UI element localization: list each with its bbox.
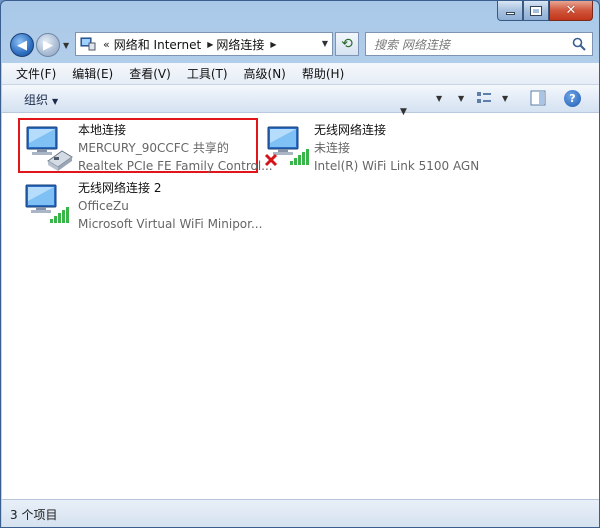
item-count: 3 个项目 <box>10 508 58 522</box>
minimize-button[interactable] <box>497 1 523 21</box>
connection-item-wireless[interactable]: 无线网络连接 未连接 Intel(R) WiFi Link 5100 AGN <box>264 121 479 175</box>
navigation-bar: ◀ ▶ ▼ « 网络和 Internet ▶ 网络连接 ▶ ▼ ⟲ 搜索 网络连… <box>1 29 599 61</box>
connection-text: 无线网络连接 2 OfficeZu Microsoft Virtual WiFi… <box>78 179 262 233</box>
title-bar[interactable]: ✕ <box>1 1 599 29</box>
preview-pane-icon[interactable] <box>530 90 546 106</box>
close-icon: ✕ <box>565 3 577 18</box>
refresh-icon: ⟲ <box>341 36 353 52</box>
menu-view[interactable]: 查看(V) <box>121 65 179 82</box>
view-options-dropdown[interactable]: ▼ <box>502 94 508 103</box>
help-icon[interactable]: ? <box>564 90 581 107</box>
connection-item-wireless-2[interactable]: 无线网络连接 2 OfficeZu Microsoft Virtual WiFi… <box>24 179 262 233</box>
change-view-icon[interactable] <box>476 90 492 106</box>
connection-name: 无线网络连接 <box>314 123 387 137</box>
search-icon[interactable] <box>572 37 586 51</box>
connections-list: ▼ 本地连接 MERCURY_90CCFC 共享的 Realtek PCIe F… <box>2 107 599 499</box>
explorer-window: ✕ ◀ ▶ ▼ « 网络和 Internet ▶ 网络连接 ▶ ▼ ⟲ 搜索 网… <box>0 0 600 528</box>
arrow-left-icon: ◀ <box>17 37 27 53</box>
caption-buttons: ✕ <box>497 1 593 21</box>
menu-help[interactable]: 帮助(H) <box>294 65 352 82</box>
connection-status: MERCURY_90CCFC 共享的 <box>78 141 229 155</box>
connection-text: 本地连接 MERCURY_90CCFC 共享的 Realtek PCIe FE … <box>78 121 273 175</box>
address-history-dropdown[interactable]: ▼ <box>322 39 328 48</box>
menu-advanced[interactable]: 高级(N) <box>236 65 294 82</box>
maximize-button[interactable] <box>523 1 549 21</box>
menu-tools[interactable]: 工具(T) <box>179 65 236 82</box>
search-input[interactable]: 搜索 网络连接 <box>365 32 593 56</box>
command-bar: 组织 ▼ ▼ ▼ ▼ ? <box>2 85 599 113</box>
organize-button[interactable]: 组织 ▼ <box>24 91 58 108</box>
menu-bar: 文件(F) 编辑(E) 查看(V) 工具(T) 高级(N) 帮助(H) <box>2 63 599 85</box>
toolbar-dropdown[interactable]: ▼ <box>436 94 442 103</box>
connection-status: 未连接 <box>314 141 351 155</box>
back-button[interactable]: ◀ <box>10 33 34 57</box>
sort-arrow-icon[interactable]: ▼ <box>400 107 407 117</box>
connection-text: 无线网络连接 未连接 Intel(R) WiFi Link 5100 AGN <box>314 121 479 175</box>
forward-button[interactable]: ▶ <box>36 33 60 57</box>
connection-device: Intel(R) WiFi Link 5100 AGN <box>314 159 480 173</box>
breadcrumb-network-internet[interactable]: 网络和 Internet <box>114 36 201 53</box>
chevron-down-icon: ▼ <box>52 97 59 106</box>
connection-name: 本地连接 <box>78 123 127 137</box>
maximize-icon <box>530 5 542 16</box>
wired-network-icon <box>26 126 73 171</box>
menu-edit[interactable]: 编辑(E) <box>64 65 121 82</box>
wireless-network-icon <box>25 184 69 223</box>
chevron-right-icon[interactable]: ▶ <box>270 40 276 49</box>
chevron-right-icon[interactable]: ▶ <box>207 40 213 49</box>
status-bar: 3 个项目 <box>2 499 599 527</box>
organize-label: 组织 <box>24 93 49 107</box>
breadcrumb-network-connections[interactable]: 网络连接 <box>216 36 264 53</box>
wireless-network-disconnected-icon <box>264 126 309 167</box>
connection-item-local[interactable]: 本地连接 MERCURY_90CCFC 共享的 Realtek PCIe FE … <box>24 121 273 175</box>
connection-name: 无线网络连接 2 <box>78 181 162 195</box>
menu-file[interactable]: 文件(F) <box>8 65 64 82</box>
refresh-button[interactable]: ⟲ <box>335 32 359 56</box>
network-folder-icon <box>80 37 96 51</box>
recent-pages-dropdown[interactable]: ▼ <box>63 41 69 50</box>
connection-device: Realtek PCIe FE Family Control... <box>78 159 273 173</box>
search-placeholder: 搜索 网络连接 <box>374 37 450 52</box>
arrow-right-icon: ▶ <box>43 37 53 53</box>
address-bar[interactable]: « 网络和 Internet ▶ 网络连接 ▶ ▼ <box>75 32 333 56</box>
close-button[interactable]: ✕ <box>549 1 593 21</box>
toolbar-dropdown[interactable]: ▼ <box>458 94 464 103</box>
breadcrumb-overflow[interactable]: « <box>103 38 110 51</box>
minimize-icon <box>505 12 515 15</box>
connection-status: OfficeZu <box>78 199 129 213</box>
connection-device: Microsoft Virtual WiFi Minipor... <box>78 217 263 231</box>
